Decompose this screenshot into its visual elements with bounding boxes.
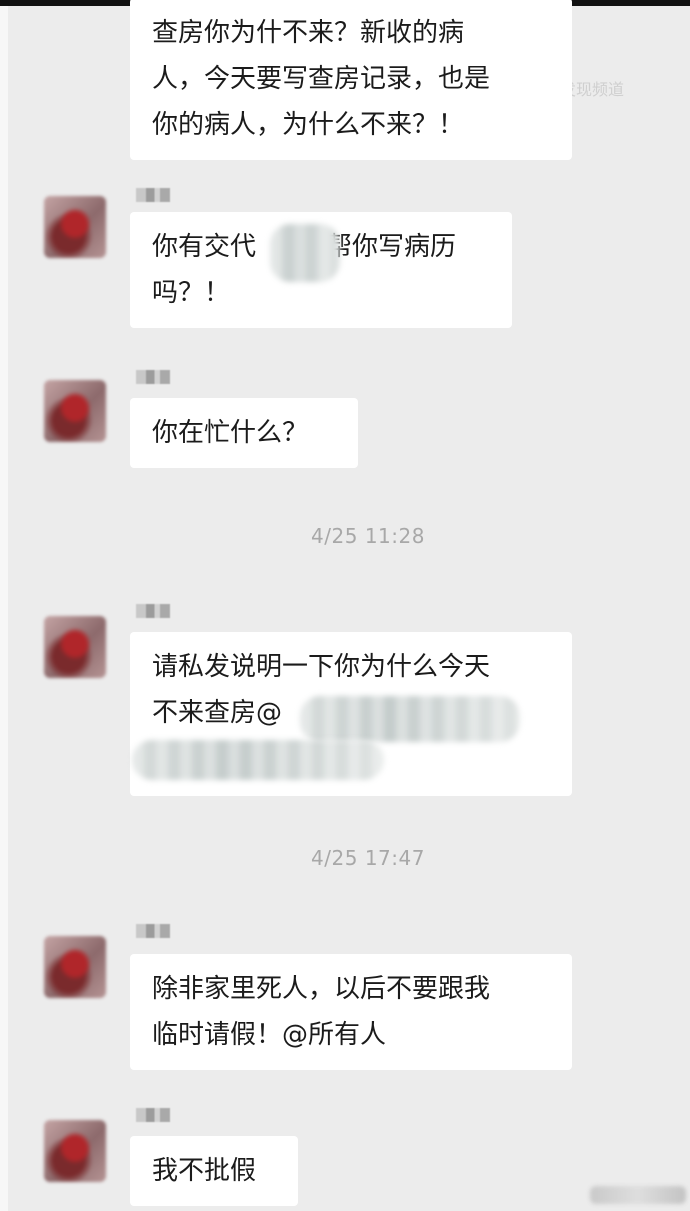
sender-name-redacted	[136, 188, 170, 202]
message-text: 你有交代	[152, 232, 257, 262]
redacted-mention	[270, 224, 340, 282]
message-text: 查房你为什不来？新收的病 人，今天要写查房记录，也是 你的病人，为什么不来？！	[152, 18, 491, 140]
sender-avatar[interactable]	[44, 380, 106, 442]
redacted-mention-line1	[300, 696, 520, 742]
sender-name-redacted	[136, 604, 170, 618]
sender-avatar[interactable]	[44, 936, 106, 998]
message-bubble[interactable]: 我不批假	[130, 1136, 298, 1206]
timestamp: 4/25 11:28	[311, 524, 425, 548]
sender-name-redacted	[136, 924, 170, 938]
sender-avatar[interactable]	[44, 196, 106, 258]
sender-avatar[interactable]	[44, 616, 106, 678]
left-edge	[0, 0, 8, 1211]
message-bubble[interactable]: 除非家里死人，以后不要跟我 临时请假！@所有人	[130, 954, 572, 1070]
sender-name-redacted	[136, 370, 170, 384]
corner-watermark-redacted	[590, 1186, 686, 1204]
message-text: 你在忙什么？	[152, 418, 309, 448]
sender-avatar[interactable]	[44, 1120, 106, 1182]
message-text: 我不批假	[152, 1156, 257, 1186]
sender-name-redacted	[136, 1108, 170, 1122]
timestamp: 4/25 17:47	[311, 846, 425, 870]
message-bubble[interactable]: 你在忙什么？	[130, 398, 358, 468]
message-text: 除非家里死人，以后不要跟我 临时请假！@所有人	[152, 974, 491, 1050]
redacted-mention-line2	[132, 740, 384, 780]
message-bubble[interactable]: 查房你为什不来？新收的病 人，今天要写查房记录，也是 你的病人，为什么不来？！	[130, 0, 572, 160]
